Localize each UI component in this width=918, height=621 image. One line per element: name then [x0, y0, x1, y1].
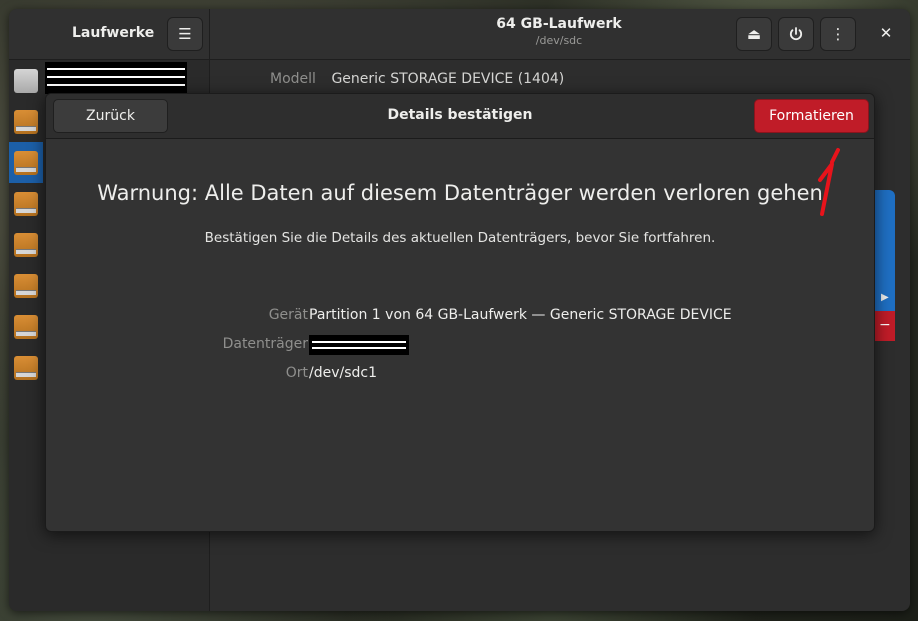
drive-item[interactable]	[9, 224, 43, 265]
model-label: Modell	[270, 71, 316, 87]
usb-drive-icon	[14, 150, 38, 175]
usb-drive-icon	[14, 355, 38, 380]
menu-button[interactable]: ☰	[167, 17, 203, 51]
sidebar-title: Laufwerke	[72, 25, 155, 41]
format-button[interactable]: Formatieren	[754, 99, 869, 133]
dialog-header: Zurück Details bestätigen Formatieren	[46, 94, 874, 139]
location-value: /dev/sdc1	[309, 365, 378, 381]
drive-item[interactable]	[9, 306, 43, 347]
redacted-label	[45, 62, 187, 94]
drive-item-selected[interactable]	[9, 142, 43, 183]
vertical-dots-icon: ⋮	[830, 25, 846, 43]
location-label: Ort	[285, 365, 308, 381]
usb-drive-icon	[14, 232, 38, 257]
usb-drive-icon	[14, 191, 38, 216]
drive-item[interactable]	[9, 347, 43, 388]
drive-item[interactable]	[9, 101, 43, 142]
device-label: Gerät	[268, 307, 308, 323]
hamburger-icon: ☰	[178, 25, 192, 43]
drive-item[interactable]	[9, 183, 43, 224]
usb-drive-icon	[14, 314, 38, 339]
warning-text: Warnung: Alle Daten auf diesem Datenträg…	[97, 181, 823, 205]
drive-item[interactable]	[9, 60, 43, 101]
drive-menu-button[interactable]: ⋮	[820, 17, 856, 51]
minus-icon: −	[879, 317, 891, 333]
drive-item[interactable]	[9, 265, 43, 306]
annotation-arrow-icon	[818, 148, 840, 216]
delete-partition-button[interactable]: −	[875, 311, 895, 341]
close-window-button[interactable]: ✕	[869, 17, 903, 49]
eject-button[interactable]: ⏏	[736, 17, 772, 51]
headerbar: Laufwerke ☰ 64 GB-Laufwerk /dev/sdc ⏏ ⋮ …	[9, 9, 910, 60]
format-confirm-dialog: Zurück Details bestätigen Formatieren Wa…	[45, 93, 875, 532]
device-value: Partition 1 von 64 GB-Laufwerk — Generic…	[309, 307, 732, 323]
drive-subtitle: /dev/sdc	[535, 34, 583, 47]
usb-drive-icon	[14, 273, 38, 298]
volume-label: Datenträger	[222, 336, 308, 352]
sidebar-headerbar: Laufwerke ☰	[9, 9, 210, 59]
confirm-subtext: Bestätigen Sie die Details des aktuellen…	[204, 230, 716, 246]
power-off-button[interactable]	[778, 17, 814, 51]
dialog-title: Details bestätigen	[387, 107, 533, 123]
eject-icon: ⏏	[746, 25, 762, 43]
headerbar-title-group: 64 GB-Laufwerk /dev/sdc	[409, 16, 709, 47]
model-row: Modell Generic STORAGE DEVICE (1404)	[270, 71, 564, 87]
model-value: Generic STORAGE DEVICE (1404)	[331, 71, 565, 87]
play-icon: ▶	[881, 292, 889, 303]
close-icon: ✕	[879, 24, 893, 42]
redacted-volume-name	[309, 335, 409, 355]
usb-drive-icon	[14, 109, 38, 134]
harddisk-icon	[14, 68, 38, 93]
power-icon	[789, 27, 803, 41]
drive-title: 64 GB-Laufwerk	[496, 16, 622, 32]
